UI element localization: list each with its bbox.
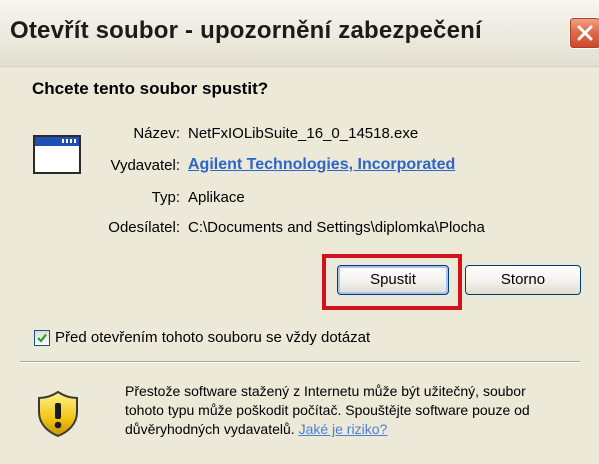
separator xyxy=(20,361,580,363)
security-warning-dialog: Otevřít soubor - upozornění zabezpečení … xyxy=(0,0,599,464)
from-label: Odesílatel: xyxy=(108,219,180,236)
warning-text-line-1: Přestože software stažený z Internetu mů… xyxy=(125,383,526,399)
run-button[interactable]: Spustit xyxy=(337,265,449,295)
publisher-label: Vydavatel: xyxy=(110,157,181,174)
always-ask-checkbox[interactable] xyxy=(34,330,50,346)
close-button[interactable] xyxy=(569,17,599,49)
dialog-question: Chcete tento soubor spustit? xyxy=(32,79,269,98)
name-label: Název: xyxy=(133,125,180,142)
publisher-link[interactable]: Agilent Technologies, Incorporated xyxy=(188,156,455,174)
application-window-icon xyxy=(33,135,81,174)
title-bar[interactable]: Otevřít soubor - upozornění zabezpečení xyxy=(0,0,599,67)
checkmark-icon xyxy=(37,333,47,343)
risk-info-link[interactable]: Jaké je riziko? xyxy=(299,421,388,437)
name-value: NetFxIOLibSuite_16_0_14518.exe xyxy=(188,125,419,142)
close-icon xyxy=(577,25,593,41)
window-title: Otevřít soubor - upozornění zabezpečení xyxy=(10,17,482,44)
type-label: Typ: xyxy=(151,189,180,206)
warning-text-line-3: důvěryhodných vydavatelů. Jaké je riziko… xyxy=(125,421,387,437)
always-ask-label[interactable]: Před otevřením tohoto souboru se vždy do… xyxy=(55,329,370,346)
warning-text-line-3-text: důvěryhodných vydavatelů. xyxy=(125,421,295,437)
warning-text-line-2: tohoto typu může poškodit počítač. Spouš… xyxy=(125,402,530,418)
from-value: C:\Documents and Settings\diplomka\Ploch… xyxy=(188,219,485,236)
cancel-button[interactable]: Storno xyxy=(465,265,581,295)
security-shield-warning-icon xyxy=(38,390,78,438)
type-value: Aplikace xyxy=(188,189,245,206)
